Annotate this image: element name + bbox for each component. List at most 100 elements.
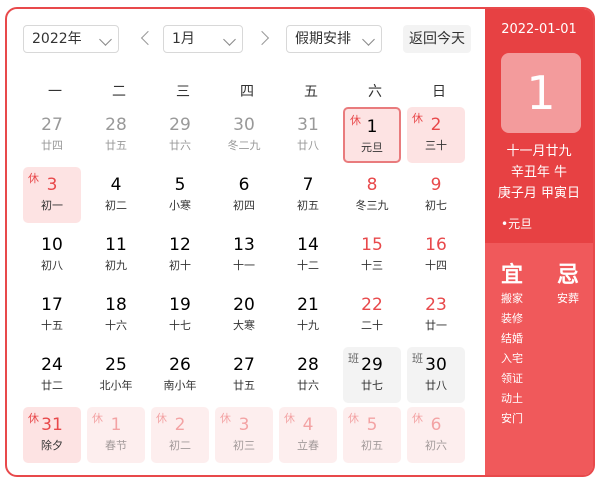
holiday-select[interactable]: 假期安排	[286, 25, 382, 53]
day-cell[interactable]: 5 小寒	[151, 167, 209, 223]
yi-title: 宜	[501, 263, 524, 288]
year-select-value: 2022年	[32, 31, 82, 47]
day-cell[interactable]: 26 南小年	[151, 347, 209, 403]
lunar-label: 廿二	[41, 379, 63, 392]
lunar-label: 十七	[169, 319, 191, 332]
day-cell[interactable]: 11 初九	[87, 227, 145, 283]
lunar-label: 初一	[41, 199, 63, 212]
day-cell[interactable]: 27 廿四	[23, 107, 81, 163]
selected-date: 2022-01-01	[501, 22, 577, 37]
yi-item: 装修	[501, 312, 523, 325]
lunar-label: 元旦	[361, 141, 383, 154]
chevron-down-icon	[99, 33, 112, 46]
day-cell[interactable]: 休 31 除夕	[23, 407, 81, 463]
lunar-label: 春节	[105, 439, 127, 452]
holiday-select-value: 假期安排	[295, 31, 351, 47]
day-cell[interactable]: 18 十六	[87, 287, 145, 343]
chevron-down-icon	[362, 33, 375, 46]
day-cell[interactable]: 22 二十	[343, 287, 401, 343]
lunar-label: 二十	[361, 319, 383, 332]
return-today-button[interactable]: 返回今天	[403, 25, 471, 53]
yi-item: 安门	[501, 412, 523, 425]
day-cell[interactable]: 休 6 初六	[407, 407, 465, 463]
day-cell[interactable]: 10 初八	[23, 227, 81, 283]
day-number: 20	[233, 295, 255, 315]
lunar-label: 初二	[169, 439, 191, 452]
lunar-label: 廿五	[105, 139, 127, 152]
lunar-label: 十五	[41, 319, 63, 332]
day-cell[interactable]: 12 初十	[151, 227, 209, 283]
day-detail-top: 2022-01-01 1 十一月廿九 辛丑年 牛 庚子月 甲寅日 •元旦	[485, 9, 593, 243]
day-cell[interactable]: 6 初四	[215, 167, 273, 223]
day-cell[interactable]: 休 3 初三	[215, 407, 273, 463]
weekday-label: 五	[304, 84, 318, 100]
day-cell[interactable]: 7 初五	[279, 167, 337, 223]
lunar-label: 北小年	[99, 379, 133, 392]
day-cell[interactable]: 23 廿一	[407, 287, 465, 343]
day-cell[interactable]: 31 廿八	[279, 107, 337, 163]
weekday-label: 六	[368, 84, 382, 100]
day-cell[interactable]: 20 大寒	[215, 287, 273, 343]
day-cell[interactable]: 27 廿五	[215, 347, 273, 403]
day-cell[interactable]: 30 冬二九	[215, 107, 273, 163]
day-cell[interactable]: 班 29 廿七	[343, 347, 401, 403]
lunar-label: 初二	[105, 199, 127, 212]
day-cell[interactable]: 17 十五	[23, 287, 81, 343]
day-cell[interactable]: 休 3 初一	[23, 167, 81, 223]
next-month-icon[interactable]	[254, 30, 270, 46]
day-cell[interactable]: 15 十三	[343, 227, 401, 283]
lunar-label: 十三	[361, 259, 383, 272]
day-cell[interactable]: 休 1 春节	[87, 407, 145, 463]
day-cell[interactable]: 13 十一	[215, 227, 273, 283]
day-cell[interactable]: 19 十七	[151, 287, 209, 343]
lunar-label: 十六	[105, 319, 127, 332]
day-number: 1	[110, 415, 122, 435]
day-cell[interactable]: 9 初七	[407, 167, 465, 223]
day-number: 11	[105, 235, 127, 255]
day-cell[interactable]: 休 5 初五	[343, 407, 401, 463]
yi-item: 结婚	[501, 332, 523, 345]
lunar-label: 廿四	[41, 139, 63, 152]
year-select[interactable]: 2022年	[23, 25, 119, 53]
lunar-label: 初七	[425, 199, 447, 212]
day-number: 30	[233, 115, 255, 135]
lunar-label: 冬二九	[227, 139, 261, 152]
day-cell[interactable]: 28 廿五	[87, 107, 145, 163]
month-select-value: 1月	[172, 31, 195, 47]
day-cell[interactable]: 25 北小年	[87, 347, 145, 403]
calendar-toolbar: 2022年 1月 假期安排 返回今天	[23, 25, 473, 55]
day-cell[interactable]: 8 冬三九	[343, 167, 401, 223]
day-number: 3	[46, 175, 58, 195]
lunar-label: 廿一	[425, 319, 447, 332]
lunar-label: 十九	[297, 319, 319, 332]
day-number: 4	[302, 415, 314, 435]
day-number: 15	[361, 235, 383, 255]
day-number: 12	[169, 235, 191, 255]
lunar-label: 廿五	[233, 379, 255, 392]
lunar-label: 初九	[105, 259, 127, 272]
day-number: 31	[297, 115, 319, 135]
ji-item: 安葬	[557, 292, 579, 305]
day-cell[interactable]: 休 2 三十	[407, 107, 465, 163]
day-cell[interactable]: 班 30 廿八	[407, 347, 465, 403]
day-cell[interactable]: 21 十九	[279, 287, 337, 343]
day-cell[interactable]: 28 廿六	[279, 347, 337, 403]
day-cell[interactable]: 休 4 立春	[279, 407, 337, 463]
lunar-label: 初三	[233, 439, 255, 452]
day-number: 19	[169, 295, 191, 315]
day-cell[interactable]: 4 初二	[87, 167, 145, 223]
day-cell[interactable]: 24 廿二	[23, 347, 81, 403]
prev-month-icon[interactable]	[140, 30, 156, 46]
day-cell[interactable]: 29 廿六	[151, 107, 209, 163]
month-select[interactable]: 1月	[163, 25, 243, 53]
day-number: 2	[174, 415, 186, 435]
day-cell[interactable]: 16 十四	[407, 227, 465, 283]
ji-title: 忌	[557, 263, 580, 288]
day-cell[interactable]: 14 十二	[279, 227, 337, 283]
lunar-label: 十四	[425, 259, 447, 272]
calendar-widget: 2022年 1月 假期安排 返回今天 一二三四五六日 27 廿四 28 廿五 29 廿六 3…	[5, 7, 595, 477]
day-number: 14	[297, 235, 319, 255]
day-cell[interactable]: 休 1 元旦	[343, 107, 401, 163]
day-cell[interactable]: 休 2 初二	[151, 407, 209, 463]
calendar-main: 2022年 1月 假期安排 返回今天 一二三四五六日 27 廿四 28 廿五 29 廿六 3…	[7, 9, 485, 475]
